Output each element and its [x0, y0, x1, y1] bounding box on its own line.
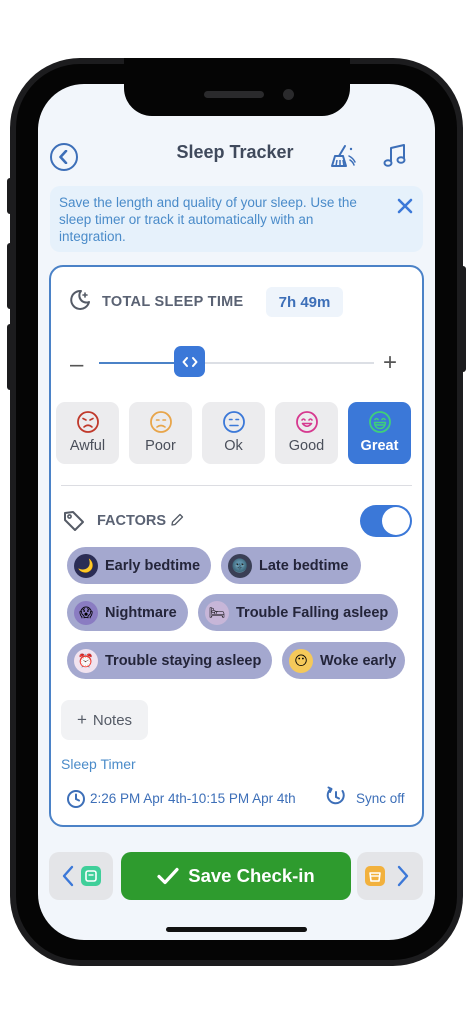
- sleep-card: [49, 265, 424, 827]
- previous-tracker-button[interactable]: [49, 852, 113, 900]
- food-app-icon: [365, 866, 385, 886]
- factors-label: FACTORS: [97, 513, 167, 529]
- moon-stars-icon: [68, 288, 92, 312]
- chevron-right-icon: [397, 865, 409, 887]
- factor-chip-woke-early[interactable]: 😶 Woke early: [282, 642, 405, 679]
- divider: [61, 485, 412, 486]
- factor-chip-trouble-falling-asleep[interactable]: 🛏 Trouble Falling asleep: [198, 594, 398, 631]
- journal-app-icon: [81, 866, 101, 886]
- alarm-clock-icon: ⏰: [74, 648, 98, 673]
- screaming-face-icon: 😱: [74, 600, 98, 625]
- notch: [124, 58, 350, 116]
- factor-chip-early-bedtime[interactable]: 🌙 Early bedtime: [67, 547, 211, 584]
- mood-label: Good: [288, 438, 325, 454]
- chip-label: Trouble Falling asleep: [236, 604, 389, 621]
- chevron-left-icon: [62, 865, 74, 887]
- clock-icon: [66, 789, 86, 809]
- save-check-in-button[interactable]: Save Check-in: [121, 852, 351, 900]
- chip-label: Early bedtime: [105, 557, 201, 574]
- toggle-knob: [382, 507, 410, 535]
- chevron-left-icon: [59, 150, 68, 164]
- add-notes-button[interactable]: + Notes: [61, 700, 148, 740]
- broom-sparkle-icon[interactable]: [329, 142, 357, 170]
- code-arrows-icon: [182, 356, 198, 367]
- slider-increase-button[interactable]: +: [383, 349, 397, 377]
- angry-face-icon: [76, 411, 99, 433]
- tag-icon: [62, 509, 86, 533]
- total-sleep-value: 7h 49m: [266, 287, 343, 317]
- sad-face-icon: [149, 411, 172, 433]
- mood-label: Awful: [69, 438, 106, 454]
- back-button[interactable]: [50, 143, 78, 171]
- chip-label: Nightmare: [105, 604, 177, 621]
- factor-chip-trouble-staying-asleep[interactable]: ⏰ Trouble staying asleep: [67, 642, 272, 679]
- sleep-slider-thumb[interactable]: [174, 346, 206, 377]
- slider-decrease-button[interactable]: –: [70, 351, 83, 379]
- happy-face-icon: [295, 411, 318, 433]
- neutral-face-icon: [222, 411, 245, 433]
- chip-label: Late bedtime: [259, 557, 349, 574]
- sleepy-face-icon: 😶: [289, 648, 313, 673]
- sleep-timer-range[interactable]: 2:26 PM Apr 4th-10:15 PM Apr 4th: [90, 791, 296, 806]
- mood-good-button[interactable]: Good: [275, 402, 338, 464]
- new-moon-face-icon: 🌚: [228, 553, 252, 578]
- checkmark-icon: [157, 867, 179, 885]
- sync-timer-icon[interactable]: [325, 785, 347, 807]
- mood-label: Ok: [224, 438, 243, 454]
- pencil-icon[interactable]: [170, 513, 184, 527]
- chip-label: Trouble staying asleep: [105, 652, 262, 669]
- sleep-timer-label: Sleep Timer: [61, 756, 136, 772]
- grin-face-icon: [368, 411, 391, 433]
- sync-status[interactable]: Sync off: [356, 791, 405, 806]
- factor-chip-late-bedtime[interactable]: 🌚 Late bedtime: [221, 547, 361, 584]
- plus-icon: +: [76, 710, 87, 729]
- mood-label: Poor: [145, 438, 176, 454]
- mood-label: Great: [360, 438, 399, 454]
- factor-chip-nightmare[interactable]: 😱 Nightmare: [67, 594, 188, 631]
- mood-great-button[interactable]: Great: [348, 402, 411, 464]
- bed-icon: 🛏: [205, 600, 229, 625]
- save-label: Save Check-in: [188, 865, 315, 886]
- front-camera: [283, 89, 294, 100]
- mood-poor-button[interactable]: Poor: [129, 402, 192, 464]
- chip-label: Woke early: [320, 652, 397, 669]
- home-indicator: [166, 927, 307, 932]
- crescent-moon-icon: 🌙: [74, 553, 98, 578]
- page-title: Sleep Tracker: [176, 142, 294, 162]
- next-tracker-button[interactable]: [357, 852, 423, 900]
- info-banner-text: Save the length and quality of your slee…: [59, 195, 357, 244]
- music-note-icon[interactable]: [381, 142, 409, 170]
- mood-awful-button[interactable]: Awful: [56, 402, 119, 464]
- notes-label: Notes: [92, 711, 133, 729]
- close-icon[interactable]: [396, 197, 414, 215]
- mood-ok-button[interactable]: Ok: [202, 402, 265, 464]
- factors-toggle[interactable]: [360, 505, 412, 537]
- total-sleep-label: TOTAL SLEEP TIME: [102, 294, 244, 310]
- speaker: [204, 91, 264, 98]
